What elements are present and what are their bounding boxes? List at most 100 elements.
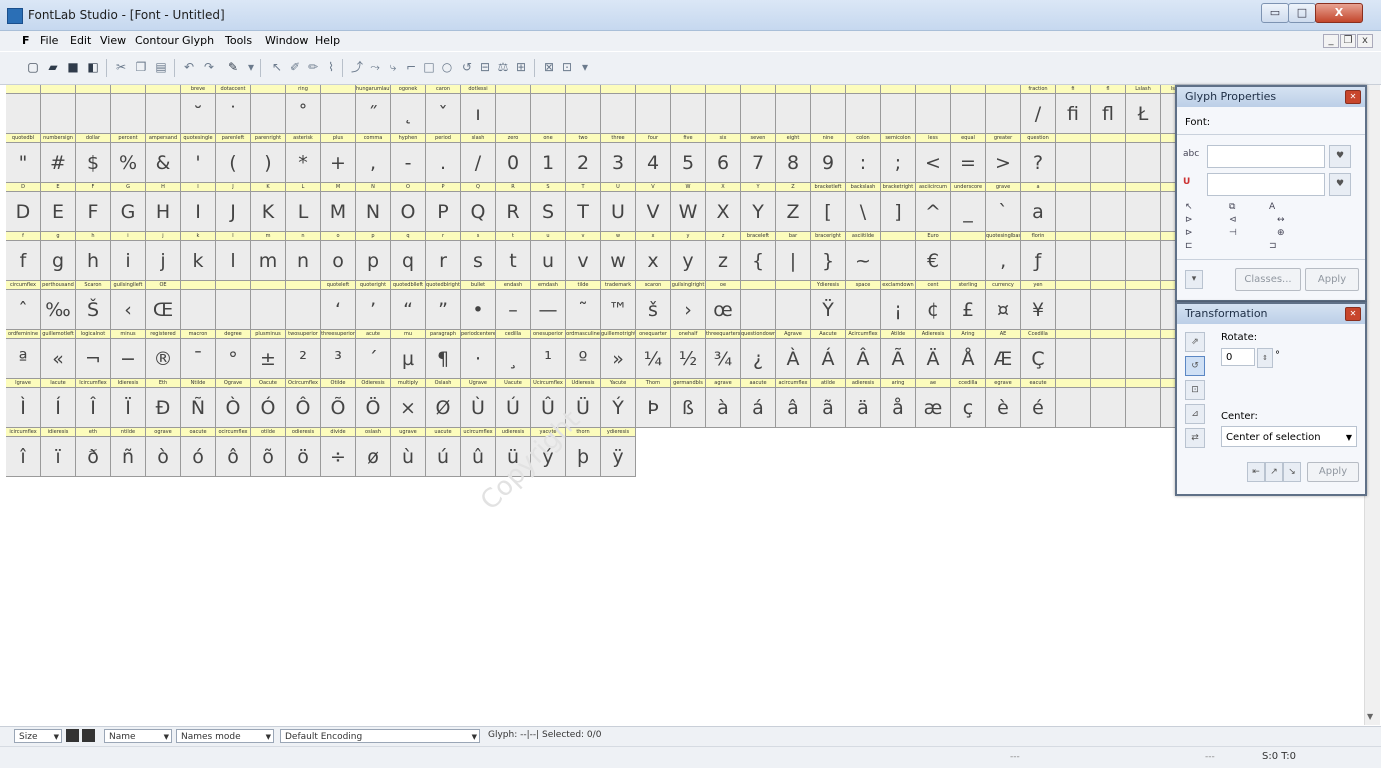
glyph-cell[interactable]: guillemotleft « bbox=[41, 330, 76, 379]
glyph-cell[interactable] bbox=[776, 85, 811, 134]
glyph-cell[interactable]: divide ÷ bbox=[321, 428, 356, 477]
color-flag-icon-2[interactable] bbox=[82, 729, 95, 742]
glyph-cell[interactable] bbox=[1126, 183, 1161, 232]
glyph-cell[interactable]: asciicircum ^ bbox=[916, 183, 951, 232]
names-mode-combo[interactable]: Names mode ▼ bbox=[176, 729, 274, 743]
glyph-cell[interactable]: acircumflex â bbox=[776, 379, 811, 428]
glyph-cell[interactable]: Yacute Ý bbox=[601, 379, 636, 428]
glyph-cell[interactable]: ss bbox=[461, 232, 496, 281]
glyph-cell[interactable]: six 6 bbox=[706, 134, 741, 183]
glyph-cell[interactable]: guillemotright » bbox=[601, 330, 636, 379]
glyph-cell[interactable] bbox=[811, 85, 846, 134]
glyph-cell[interactable]: KK bbox=[251, 183, 286, 232]
glyph-cell[interactable]: questiondown ¿ bbox=[741, 330, 776, 379]
glyph-cell[interactable]: onesuperior ¹ bbox=[531, 330, 566, 379]
pencil-tool-icon[interactable]: ✏ bbox=[306, 60, 320, 74]
glyph-cell[interactable]: asterisk * bbox=[286, 134, 321, 183]
node-tool-icon[interactable]: ⤳ bbox=[368, 60, 382, 74]
glyph-cell[interactable]: circumflex ˆ bbox=[6, 281, 41, 330]
glyph-cell[interactable]: twosuperior ² bbox=[286, 330, 321, 379]
glyph-cell[interactable]: QQ bbox=[461, 183, 496, 232]
transformation-close-icon[interactable]: ✕ bbox=[1345, 307, 1361, 321]
size-chevron-down-icon[interactable]: ▼ bbox=[54, 730, 59, 744]
unicode-lookup-icon[interactable]: ♥ bbox=[1329, 173, 1351, 196]
hinting-icon[interactable]: ⊡ bbox=[560, 60, 574, 74]
glyph-cell[interactable]: ugrave ù bbox=[391, 428, 426, 477]
script-icon[interactable]: ✎ bbox=[226, 60, 240, 74]
glyph-cell[interactable]: ucircumflex û bbox=[461, 428, 496, 477]
toolbar-options-arrow-icon[interactable]: ▾ bbox=[578, 60, 592, 74]
glyph-cell[interactable]: equal = bbox=[951, 134, 986, 183]
transformation-apply-button[interactable]: Apply bbox=[1307, 462, 1359, 482]
glyph-cell[interactable]: four 4 bbox=[636, 134, 671, 183]
close-button[interactable]: X bbox=[1315, 3, 1363, 23]
glyph-cell[interactable]: Ntilde Ñ bbox=[181, 379, 216, 428]
glyph-cell[interactable] bbox=[111, 85, 146, 134]
glyph-cell[interactable]: cedilla ¸ bbox=[496, 330, 531, 379]
glyph-properties-close-icon[interactable]: ✕ bbox=[1345, 90, 1361, 104]
glyph-cell[interactable]: ntilde ñ bbox=[111, 428, 146, 477]
glyph-cell[interactable] bbox=[881, 85, 916, 134]
glyph-cell[interactable]: ydieresis ÿ bbox=[601, 428, 636, 477]
glyph-cell[interactable] bbox=[251, 85, 286, 134]
undo-icon[interactable]: ↶ bbox=[182, 60, 196, 74]
flip-transform-icon[interactable]: ⇄ bbox=[1185, 428, 1205, 448]
glyph-cell[interactable]: dotaccent ˙ bbox=[216, 85, 251, 134]
glyph-cell[interactable]: parenright) bbox=[251, 134, 286, 183]
glyph-cell[interactable]: Otilde Õ bbox=[321, 379, 356, 428]
minimize-button[interactable]: ▭ bbox=[1261, 3, 1289, 23]
glyph-cell[interactable]: kk bbox=[181, 232, 216, 281]
glyph-name-field[interactable] bbox=[1207, 145, 1325, 168]
glyph-cell[interactable]: RR bbox=[496, 183, 531, 232]
glyph-cell[interactable]: registered ® bbox=[146, 330, 181, 379]
curve-tool-icon[interactable]: ⤷ bbox=[386, 60, 400, 74]
glyph-cell[interactable]: less < bbox=[916, 134, 951, 183]
glyph-cell[interactable]: quotedblleft “ bbox=[391, 281, 426, 330]
glyph-cell[interactable]: adieresis ä bbox=[846, 379, 881, 428]
mdi-close-button[interactable]: x bbox=[1357, 34, 1373, 48]
glyph-cell[interactable]: UU bbox=[601, 183, 636, 232]
corner-tool-icon[interactable]: ⌐ bbox=[404, 60, 418, 74]
knife-tool-icon[interactable]: ⤴ bbox=[350, 60, 364, 74]
glyph-cell[interactable] bbox=[986, 85, 1021, 134]
glyph-cell[interactable]: FF bbox=[76, 183, 111, 232]
glyph-cell[interactable]: ae æ bbox=[916, 379, 951, 428]
glyph-cell[interactable]: logicalnot ¬ bbox=[76, 330, 111, 379]
open-folder-icon[interactable]: ▰ bbox=[46, 60, 60, 74]
glyph-cell[interactable]: pp bbox=[356, 232, 391, 281]
glyph-cell[interactable]: yen ¥ bbox=[1021, 281, 1056, 330]
glyph-cell[interactable]: macron ¯ bbox=[181, 330, 216, 379]
glyph-cell[interactable]: quotedblright ” bbox=[426, 281, 461, 330]
mdi-restore-button[interactable]: ❐ bbox=[1340, 34, 1356, 48]
glyph-cell[interactable]: Ydieresis Ÿ bbox=[811, 281, 846, 330]
glyph-cell[interactable]: space bbox=[846, 281, 881, 330]
ellipse-tool-icon[interactable]: ○ bbox=[440, 60, 454, 74]
metrics-icon[interactable]: ⊠ bbox=[542, 60, 556, 74]
glyph-cell[interactable]: scaron š bbox=[636, 281, 671, 330]
glyph-cell[interactable]: xx bbox=[636, 232, 671, 281]
save-all-icon[interactable]: ◧ bbox=[86, 60, 100, 74]
rotate-angle-field[interactable]: 0 bbox=[1221, 348, 1255, 366]
glyph-cell[interactable]: eacute é bbox=[1021, 379, 1056, 428]
glyph-cell[interactable]: bullet • bbox=[461, 281, 496, 330]
glyph-cell[interactable]: Ocircumflex Ô bbox=[286, 379, 321, 428]
glyph-cell[interactable] bbox=[1126, 232, 1161, 281]
glyph-cell[interactable]: ordfeminine ª bbox=[6, 330, 41, 379]
glyph-cell[interactable]: hh bbox=[76, 232, 111, 281]
glyph-cell[interactable]: plusminus ± bbox=[251, 330, 286, 379]
glyph-cell[interactable]: NN bbox=[356, 183, 391, 232]
panel-menu-dropdown-icon[interactable]: ▾ bbox=[1185, 270, 1203, 289]
names-mode-chevron-down-icon[interactable]: ▼ bbox=[266, 730, 271, 744]
glyph-cell[interactable]: Ccedilla Ç bbox=[1021, 330, 1056, 379]
glyph-cell[interactable]: hungarumlaut ˝ bbox=[356, 85, 391, 134]
glyph-cell[interactable]: Eth Ð bbox=[146, 379, 181, 428]
glyph-cell[interactable] bbox=[286, 281, 321, 330]
glyph-cell[interactable] bbox=[1056, 134, 1091, 183]
glyph-cell[interactable]: oo bbox=[321, 232, 356, 281]
measure-tool-icon[interactable]: ⊟ bbox=[478, 60, 492, 74]
glyph-cell[interactable]: nn bbox=[286, 232, 321, 281]
rotate-tool-icon[interactable]: ↺ bbox=[460, 60, 474, 74]
glyph-cell[interactable] bbox=[741, 85, 776, 134]
glyph-cell[interactable] bbox=[251, 281, 286, 330]
glyph-cell[interactable]: oslash ø bbox=[356, 428, 391, 477]
